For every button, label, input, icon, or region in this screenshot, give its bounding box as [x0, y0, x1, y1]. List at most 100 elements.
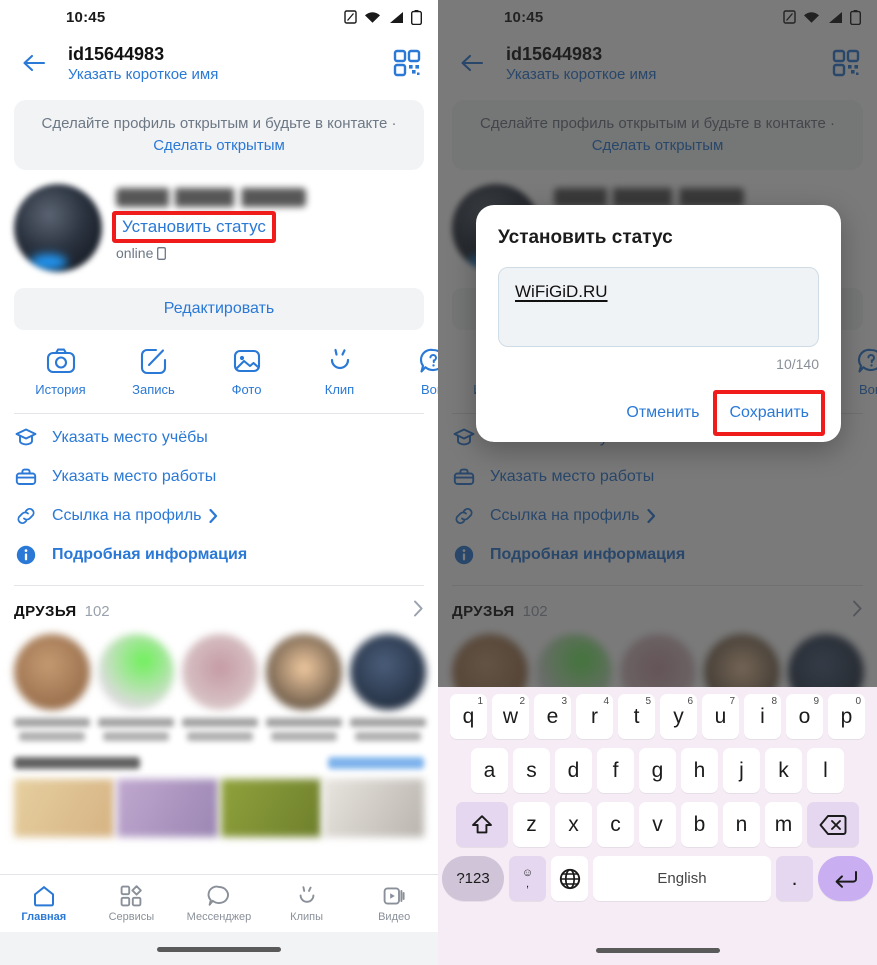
video-play-icon	[383, 887, 405, 905]
key-v[interactable]: v	[639, 802, 676, 847]
key-k[interactable]: k	[765, 748, 802, 793]
key-d[interactable]: d	[555, 748, 592, 793]
key-j[interactable]: j	[723, 748, 760, 793]
key-alt-label: 8	[771, 696, 777, 707]
key-label: p	[840, 704, 853, 728]
action-story[interactable]: История	[14, 346, 107, 397]
photo-tile[interactable]	[14, 779, 115, 837]
key-r[interactable]: 4r	[576, 694, 613, 739]
list-item[interactable]	[98, 634, 174, 741]
friends-count: 102	[84, 602, 110, 620]
period-key[interactable]: .	[776, 856, 813, 901]
key-i[interactable]: 8i	[744, 694, 781, 739]
edit-profile-button[interactable]: Редактировать	[14, 288, 424, 330]
photos-action-link-blurred[interactable]	[328, 757, 424, 769]
action-clip[interactable]: Клип	[293, 346, 386, 397]
key-w[interactable]: 2w	[492, 694, 529, 739]
chevron-right-icon[interactable]	[413, 600, 424, 622]
list-item[interactable]	[182, 634, 258, 741]
enter-key[interactable]	[818, 856, 873, 901]
info-row-profile-link[interactable]: Ссылка на профиль	[14, 504, 424, 528]
key-y[interactable]: 6y	[660, 694, 697, 739]
key-alt-label: 3	[561, 696, 567, 707]
set-status-link[interactable]: Установить статус	[116, 214, 272, 240]
list-item[interactable]	[350, 634, 426, 741]
friends-title: ДРУЗЬЯ	[14, 602, 77, 620]
photo-tile[interactable]	[323, 779, 424, 837]
nav-item-clips[interactable]: Клипы	[263, 884, 351, 923]
pencil-square-icon	[140, 348, 166, 375]
key-a[interactable]: a	[471, 748, 508, 793]
shift-key[interactable]	[456, 802, 508, 847]
info-row-education[interactable]: Указать место учёбы	[14, 426, 424, 450]
emoji-key[interactable]: ☺ ,	[509, 856, 546, 901]
key-n[interactable]: n	[723, 802, 760, 847]
photo-tile[interactable]	[117, 779, 218, 837]
friends-header[interactable]: ДРУЗЬЯ 102	[0, 586, 438, 622]
info-label: Подробная информация	[52, 546, 248, 563]
dialog-actions: Отменить Сохранить	[498, 390, 825, 436]
nav-item-services[interactable]: Сервисы	[88, 884, 176, 923]
nav-item-messenger[interactable]: Мессенджер	[175, 884, 263, 923]
list-item[interactable]	[266, 634, 342, 741]
photo-tile[interactable]	[220, 779, 321, 837]
graduation-cap-icon	[15, 428, 37, 446]
back-button[interactable]	[14, 53, 54, 73]
key-label: i	[760, 704, 765, 728]
key-o[interactable]: 9o	[786, 694, 823, 739]
info-label: Указать место работы	[52, 468, 217, 485]
gesture-bar[interactable]	[595, 948, 720, 953]
nav-item-video[interactable]: Видео	[350, 884, 438, 923]
action-questions[interactable]: Воп	[386, 346, 438, 397]
key-label: r	[591, 704, 598, 728]
key-m[interactable]: m	[765, 802, 802, 847]
nav-label: Мессенджер	[186, 911, 252, 923]
key-c[interactable]: c	[597, 802, 634, 847]
key-b[interactable]: b	[681, 802, 718, 847]
key-label: c	[610, 812, 621, 836]
photos-header[interactable]	[0, 741, 438, 769]
key-alt-label: 0	[855, 696, 861, 707]
info-row-work[interactable]: Указать место работы	[14, 465, 424, 489]
keyboard-row-3: z x c v b n m	[441, 802, 874, 847]
key-e[interactable]: 3e	[534, 694, 571, 739]
key-t[interactable]: 5t	[618, 694, 655, 739]
key-label: m	[774, 812, 793, 836]
space-key[interactable]: English	[593, 856, 771, 901]
info-label-wrap: Ссылка на профиль	[52, 507, 218, 525]
save-button[interactable]: Сохранить	[719, 398, 819, 428]
key-h[interactable]: h	[681, 748, 718, 793]
key-g[interactable]: g	[639, 748, 676, 793]
backspace-icon	[819, 814, 847, 835]
key-z[interactable]: z	[513, 802, 550, 847]
key-u[interactable]: 7u	[702, 694, 739, 739]
apps-grid-icon	[121, 885, 143, 907]
avatar[interactable]	[14, 184, 102, 272]
cancel-button[interactable]: Отменить	[616, 398, 709, 428]
make-open-link[interactable]: Сделать открытым	[153, 137, 285, 154]
action-photo[interactable]: Фото	[200, 346, 293, 397]
key-label: g	[651, 758, 664, 782]
list-item[interactable]	[14, 634, 90, 741]
backspace-key[interactable]	[807, 802, 859, 847]
key-l[interactable]: l	[807, 748, 844, 793]
nav-label: Видео	[378, 911, 411, 923]
language-key[interactable]	[551, 856, 588, 901]
key-q[interactable]: 1q	[450, 694, 487, 739]
header-titles: id15644983 Указать короткое имя	[68, 43, 390, 84]
status-input[interactable]: WiFiGiD.RU	[498, 267, 819, 347]
key-f[interactable]: f	[597, 748, 634, 793]
symbols-key[interactable]: ?123	[442, 856, 504, 901]
key-alt-label: 4	[603, 696, 609, 707]
online-status: online	[116, 245, 424, 261]
gesture-bar[interactable]	[157, 947, 281, 952]
key-s[interactable]: s	[513, 748, 550, 793]
info-row-details[interactable]: Подробная информация	[14, 543, 424, 567]
set-short-name-link[interactable]: Указать короткое имя	[68, 65, 390, 84]
key-p[interactable]: 0p	[828, 694, 865, 739]
action-post[interactable]: Запись	[107, 346, 200, 397]
bottom-navigation: Главная Сервисы Мессенджер Клипы Видео	[0, 874, 438, 932]
qr-code-button[interactable]	[390, 46, 424, 80]
key-x[interactable]: x	[555, 802, 592, 847]
nav-item-home[interactable]: Главная	[0, 884, 88, 923]
